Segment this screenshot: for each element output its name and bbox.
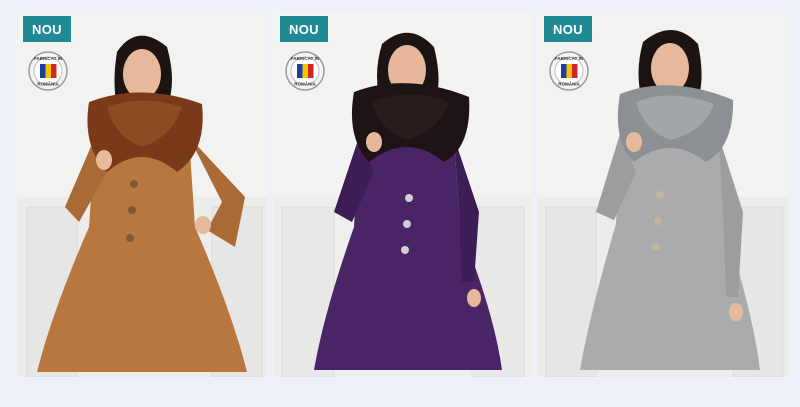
new-badge: NOU <box>544 16 592 42</box>
svg-text:ROMÂNIA: ROMÂNIA <box>37 81 59 87</box>
svg-text:ROMÂNIA: ROMÂNIA <box>294 81 316 87</box>
svg-text:FABRICAT ÎN: FABRICAT ÎN <box>291 54 319 61</box>
made-in-romania-seal-icon: FABRICAT ÎN ROMÂNIA <box>285 51 325 91</box>
product-card-camel-coat[interactable]: NOU FABRICAT ÎN ROMÂNIA <box>17 12 267 377</box>
svg-text:FABRICAT ÎN: FABRICAT ÎN <box>555 54 583 61</box>
product-card-grey-coat[interactable]: NOU FABRICAT ÎN ROMÂNIA <box>538 12 788 377</box>
new-badge: NOU <box>23 16 71 42</box>
product-card-purple-coat[interactable]: NOU FABRICAT ÎN ROMÂNIA <box>274 12 531 377</box>
svg-text:ROMÂNIA: ROMÂNIA <box>558 81 580 87</box>
made-in-romania-seal-icon: FABRICAT ÎN ROMÂNIA <box>549 51 589 91</box>
svg-text:FABRICAT ÎN: FABRICAT ÎN <box>34 54 62 61</box>
product-grid: NOU FABRICAT ÎN ROMÂNIA NOU FABRICAT ÎN … <box>0 0 800 407</box>
made-in-romania-seal-icon: FABRICAT ÎN ROMÂNIA <box>28 51 68 91</box>
new-badge: NOU <box>280 16 328 42</box>
